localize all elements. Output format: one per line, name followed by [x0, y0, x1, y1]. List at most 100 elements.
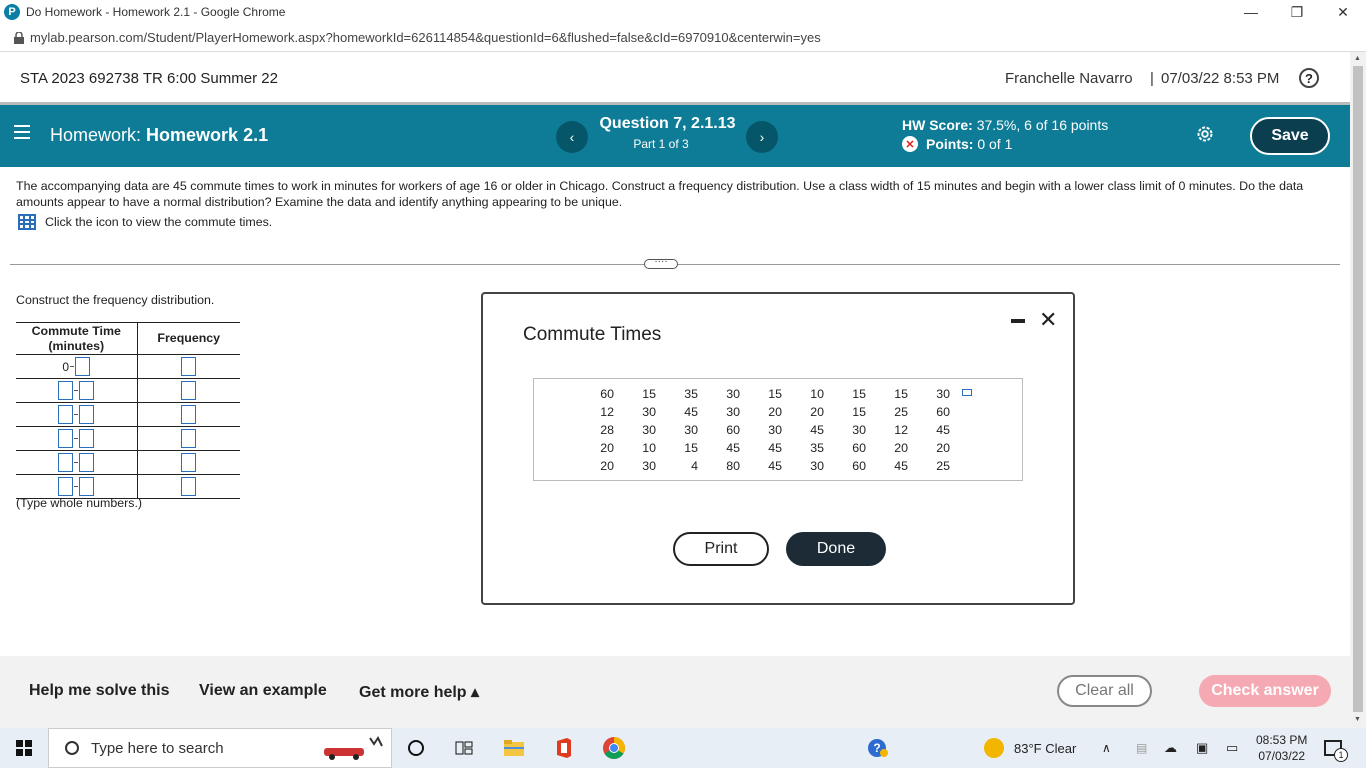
windows-start-icon[interactable]: [16, 740, 32, 756]
task-view-icon[interactable]: [452, 736, 476, 760]
help-app-icon[interactable]: ?: [866, 736, 890, 760]
url-text[interactable]: mylab.pearson.com/Student/PlayerHomework…: [30, 30, 821, 45]
data-cell: 25: [894, 405, 908, 419]
lower-limit-input[interactable]: [58, 429, 74, 448]
cortana-icon[interactable]: [404, 736, 428, 760]
minimize-window-button[interactable]: —: [1228, 0, 1274, 24]
question-part: Part 1 of 3: [633, 137, 689, 151]
divider-handle[interactable]: ····: [644, 257, 678, 269]
frequency-input[interactable]: [181, 357, 197, 376]
get-more-help-link[interactable]: Get more help ▴: [359, 682, 479, 702]
table-header-row: Commute Time (minutes) Frequency: [16, 322, 240, 355]
pearson-logo-icon: P: [4, 4, 20, 20]
data-cell: 15: [642, 387, 656, 401]
windows-taskbar: Type here to search ? 83°F Clear ∧ ▤ ☁ ▣…: [0, 728, 1366, 768]
scroll-up-icon[interactable]: ▲: [1354, 55, 1361, 62]
data-cell: 12: [600, 405, 614, 419]
table-row: [16, 450, 240, 475]
frequency-input[interactable]: [181, 477, 197, 496]
battery-icon[interactable]: ▭: [1226, 728, 1238, 768]
network-icon[interactable]: ☁: [1164, 728, 1177, 768]
table-row: 0: [16, 354, 240, 379]
data-cell: 15: [768, 387, 782, 401]
tray-chevron-icon[interactable]: ∧: [1102, 728, 1111, 768]
frequency-input[interactable]: [181, 429, 197, 448]
next-question-button[interactable]: ›: [746, 121, 778, 153]
gear-icon[interactable]: [1195, 124, 1215, 144]
view-example-link[interactable]: View an example: [199, 682, 327, 700]
minimize-dialog-icon[interactable]: [1011, 319, 1025, 323]
lower-limit-input[interactable]: [58, 405, 74, 424]
points-value: 0 of 1: [977, 136, 1013, 152]
clear-all-button[interactable]: Clear all: [1057, 675, 1152, 707]
data-cell: 35: [684, 387, 698, 401]
clock-time: 08:53 PM: [1256, 733, 1308, 747]
search-highlight-icon[interactable]: [320, 736, 390, 760]
data-cell: 28: [600, 423, 614, 437]
address-bar[interactable]: mylab.pearson.com/Student/PlayerHomework…: [0, 24, 1366, 52]
commute-time-header: Commute Time (minutes): [16, 322, 138, 355]
close-dialog-icon[interactable]: ✕: [1039, 309, 1057, 331]
taskbar-clock[interactable]: 08:53 PM 07/03/22: [1256, 732, 1307, 764]
upper-limit-input[interactable]: [79, 381, 95, 400]
data-cell: 30: [726, 387, 740, 401]
save-button[interactable]: Save: [1250, 117, 1330, 155]
chrome-icon[interactable]: [602, 736, 626, 760]
question-text: The accompanying data are 45 commute tim…: [16, 179, 1304, 209]
frequency-input[interactable]: [181, 405, 197, 424]
data-cell: 45: [684, 405, 698, 419]
frequency-input[interactable]: [181, 453, 197, 472]
help-me-solve-link[interactable]: Help me solve this: [29, 682, 170, 700]
data-cell: 30: [852, 423, 866, 437]
commute-time-header-line1: Commute Time: [31, 323, 121, 338]
weather-text: 83°F Clear: [1014, 740, 1077, 756]
copy-data-icon[interactable]: [962, 389, 972, 396]
help-icon[interactable]: ?: [1299, 68, 1319, 88]
points-label: Points:: [926, 136, 974, 152]
data-cell: 45: [810, 423, 824, 437]
homework-label: Homework:: [50, 125, 142, 145]
data-cell: 30: [726, 405, 740, 419]
previous-question-button[interactable]: ‹: [556, 121, 588, 153]
notification-count: 1: [1334, 748, 1348, 762]
frequency-input[interactable]: [181, 381, 197, 400]
page-scrollbar[interactable]: ▲ ▼: [1350, 52, 1366, 728]
course-name: STA 2023 692738 TR 6:00 Summer 22: [20, 69, 278, 87]
data-row: 20 30 4 80 45 30 60 45 25: [582, 457, 960, 475]
lower-limit-input[interactable]: [58, 477, 74, 496]
print-button[interactable]: Print: [673, 532, 769, 566]
office-icon[interactable]: [552, 736, 576, 760]
data-table-icon[interactable]: [18, 214, 36, 230]
lower-limit-input[interactable]: [58, 381, 74, 400]
tray-apps-icon[interactable]: ▤: [1136, 728, 1147, 768]
homework-title: Homework: Homework 2.1: [50, 125, 268, 146]
user-name: Franchelle Navarro: [1005, 69, 1133, 87]
notifications-icon[interactable]: 1: [1324, 728, 1348, 768]
first-lower-limit: 0: [62, 359, 70, 374]
data-cell: 20: [768, 405, 782, 419]
display-icon[interactable]: ▣: [1196, 728, 1208, 768]
done-button[interactable]: Done: [786, 532, 886, 566]
check-answer-button[interactable]: Check answer: [1199, 675, 1331, 707]
hamburger-menu-icon[interactable]: [14, 125, 30, 139]
hw-score-label: HW Score:: [902, 117, 973, 133]
upper-limit-input[interactable]: [79, 453, 95, 472]
restore-window-button[interactable]: ❐: [1274, 0, 1320, 24]
lower-limit-input[interactable]: [58, 453, 74, 472]
upper-limit-input[interactable]: [79, 477, 95, 496]
commute-times-dialog: Commute Times ✕ 60 15 35 30 15 10 15 15 30 12 30 45…: [481, 292, 1075, 605]
commute-data-table: 60 15 35 30 15 10 15 15 30 12 30 45 30 20 20 15 25 60 28 30…: [533, 378, 1023, 481]
file-explorer-icon[interactable]: [502, 736, 526, 760]
upper-limit-input[interactable]: [75, 357, 91, 376]
scrollbar-thumb[interactable]: [1353, 66, 1363, 712]
table-row: [16, 474, 240, 499]
course-header: STA 2023 692738 TR 6:00 Summer 22 Franch…: [0, 52, 1350, 104]
scroll-down-icon[interactable]: ▼: [1354, 716, 1361, 723]
table-row: [16, 402, 240, 427]
type-whole-numbers-note: (Type whole numbers.): [16, 496, 143, 510]
upper-limit-input[interactable]: [79, 405, 95, 424]
close-window-button[interactable]: ✕: [1320, 0, 1366, 24]
upper-limit-input[interactable]: [79, 429, 95, 448]
weather-widget[interactable]: 83°F Clear: [984, 728, 1076, 768]
data-cell: 30: [642, 459, 656, 473]
